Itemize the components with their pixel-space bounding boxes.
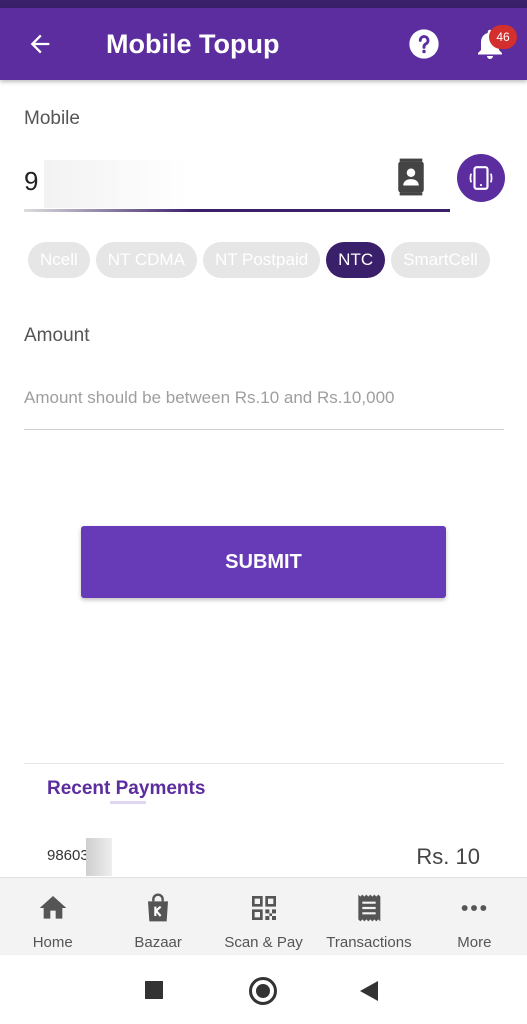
mobile-number-field[interactable]: 9 xyxy=(24,150,450,212)
mobile-number-value: 9 xyxy=(24,166,39,196)
nav-scan-pay[interactable]: Scan & Pay xyxy=(211,878,316,954)
chip-smartcell[interactable]: SmartCell xyxy=(391,242,490,278)
amount-field-container xyxy=(24,380,504,430)
submit-button[interactable]: SUBMIT xyxy=(81,526,446,598)
section-divider xyxy=(24,763,504,764)
bottom-navigation: Home Bazaar Scan & Pay Transactions More xyxy=(0,877,527,954)
chip-ncell[interactable]: Ncell xyxy=(28,242,90,278)
phone-topup-button[interactable] xyxy=(457,154,505,202)
nav-transactions[interactable]: Transactions xyxy=(316,878,421,954)
back-button[interactable] xyxy=(22,26,58,62)
nav-more[interactable]: More xyxy=(422,878,527,954)
help-button[interactable] xyxy=(408,28,440,60)
nav-bazaar-label: Bazaar xyxy=(134,934,182,951)
help-icon xyxy=(409,29,439,59)
chip-ntc[interactable]: NTC xyxy=(326,242,386,278)
mobile-phone-icon xyxy=(469,166,493,190)
arrow-left-icon xyxy=(30,34,50,54)
nav-home-label: Home xyxy=(32,934,73,951)
contacts-button[interactable] xyxy=(394,157,428,197)
nav-more-label: More xyxy=(457,934,492,951)
chip-nt-cdma[interactable]: NT CDMA xyxy=(95,242,197,278)
amount-input[interactable] xyxy=(24,380,504,416)
recent-payments-title: Recent Payments xyxy=(47,778,206,799)
back-triangle-icon[interactable] xyxy=(360,981,378,1001)
mobile-label: Mobile xyxy=(24,108,80,129)
mobile-number-mask xyxy=(44,160,214,208)
chip-nt-postpaid[interactable]: NT Postpaid xyxy=(202,242,321,278)
nav-scan-pay-label: Scan & Pay xyxy=(224,934,303,951)
more-dots-icon xyxy=(462,905,487,911)
home-icon xyxy=(39,896,67,919)
recent-apps-icon[interactable] xyxy=(145,981,163,999)
shopping-bag-icon xyxy=(148,893,169,922)
system-navigation-bar xyxy=(0,954,527,1024)
notification-badge: 46 xyxy=(489,25,517,49)
nav-home[interactable]: Home xyxy=(0,878,105,954)
home-circle-icon[interactable] xyxy=(249,977,277,1005)
app-bar: Mobile Topup xyxy=(0,8,527,80)
receipt-icon xyxy=(358,894,381,922)
recent-payments-underline xyxy=(110,801,146,804)
status-bar xyxy=(0,0,527,8)
operator-chips: Ncell NT CDMA NT Postpaid NTC SmartCell xyxy=(28,242,490,278)
amount-label: Amount xyxy=(24,325,90,346)
contact-book-icon xyxy=(398,158,424,196)
recent-payment-amount: Rs. 10 xyxy=(416,844,480,869)
recent-number-mask xyxy=(86,838,112,876)
nav-bazaar[interactable]: Bazaar xyxy=(105,878,210,954)
recent-payment-row[interactable]: 98603 Rs. 10 xyxy=(24,838,504,878)
qr-code-icon xyxy=(251,896,276,920)
nav-transactions-label: Transactions xyxy=(326,934,412,951)
recent-payment-number: 98603 xyxy=(47,847,89,864)
page-title: Mobile Topup xyxy=(106,29,280,59)
mobile-field-underline xyxy=(24,209,450,212)
